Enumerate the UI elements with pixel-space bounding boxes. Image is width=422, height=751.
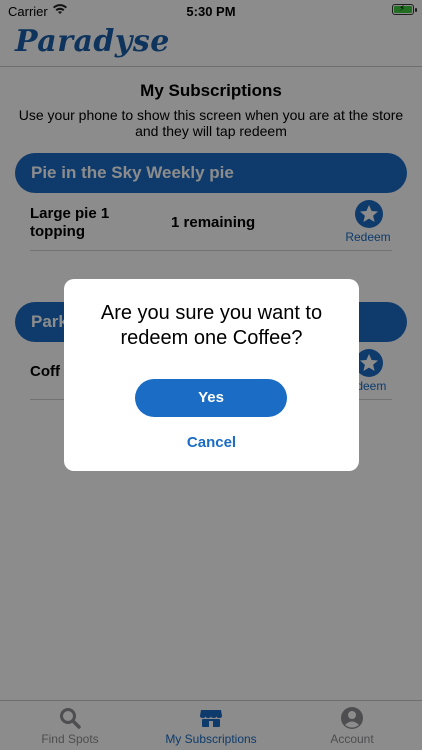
dialog-message: Are you sure you want to redeem one Coff… [100, 302, 323, 349]
yes-button[interactable]: Yes [135, 379, 287, 417]
confirm-dialog: Are you sure you want to redeem one Coff… [64, 279, 359, 471]
cancel-button[interactable]: Cancel [64, 434, 359, 451]
